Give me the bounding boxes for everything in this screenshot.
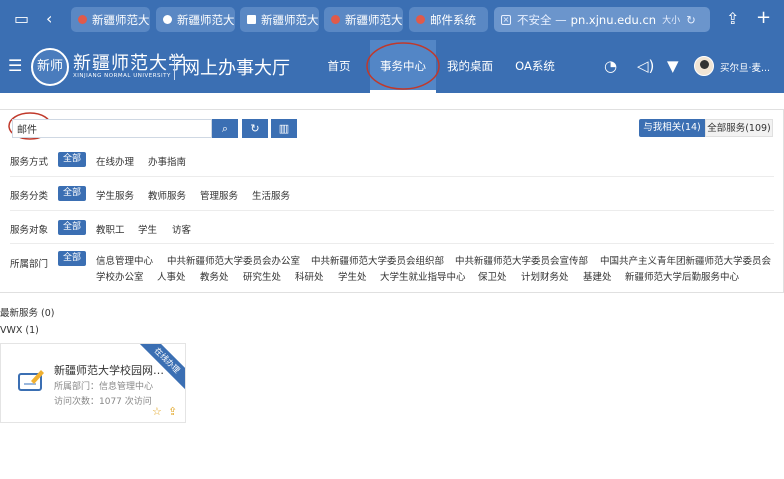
filter-option[interactable]: 科研处: [295, 269, 324, 283]
filter-option[interactable]: 教职工: [96, 222, 125, 236]
filter-option[interactable]: 访客: [172, 222, 191, 236]
filter-option[interactable]: 新疆师范大学后勤服务中心: [625, 269, 739, 283]
edit-form-icon: [18, 370, 44, 391]
favorite-star-icon[interactable]: ☆: [152, 405, 162, 418]
filter-label: 服务对象: [10, 225, 49, 236]
filter-option[interactable]: 生活服务: [252, 188, 290, 202]
chart-button[interactable]: ▥: [271, 119, 297, 138]
filter-option[interactable]: 计划财务处: [521, 269, 569, 283]
share-icon[interactable]: ⇪: [168, 405, 177, 418]
filter-all-chip[interactable]: 全部: [58, 251, 86, 266]
filter-option[interactable]: 在线办理: [96, 154, 134, 168]
service-department: 所属部门：信息管理中心: [54, 382, 154, 392]
bar-chart-icon: ▥: [278, 122, 290, 135]
filter-option[interactable]: 人事处: [157, 269, 186, 283]
filter-option[interactable]: 学校办公室: [96, 269, 144, 283]
search-input[interactable]: [12, 119, 212, 138]
filter-all-chip[interactable]: 全部: [58, 152, 86, 167]
filter-label: 服务方式: [10, 157, 49, 168]
filter-option[interactable]: 中国共产主义青年团新疆师范大学委员会: [600, 253, 771, 267]
filter-all-chip[interactable]: 全部: [58, 186, 86, 201]
filter-option[interactable]: 办事指南: [148, 154, 186, 168]
search-button[interactable]: ⌕: [212, 119, 238, 138]
filter-row-service-mode: 服务方式 全部 在线办理 办事指南: [10, 144, 774, 177]
filter-option[interactable]: 信息管理中心: [96, 253, 153, 267]
filter-option[interactable]: 学生服务: [96, 188, 134, 202]
filter-option[interactable]: 教务处: [200, 269, 229, 283]
filter-option[interactable]: 中共新疆师范大学委员会办公室: [167, 253, 300, 267]
filter-all-chip[interactable]: 全部: [58, 220, 86, 235]
filter-label: 所属部门: [10, 259, 49, 270]
latest-services-heading: 最新服务 (0): [0, 308, 55, 319]
filter-option[interactable]: 学生: [138, 222, 157, 236]
filter-row-department: 所属部门 全部 信息管理中心 中共新疆师范大学委员会办公室 中共新疆师范大学委员…: [10, 244, 774, 290]
filter-label: 服务分类: [10, 191, 49, 202]
service-title[interactable]: 新疆师范大学校园网用...: [54, 362, 172, 378]
filter-option[interactable]: 管理服务: [200, 188, 238, 202]
search-icon: ⌕: [221, 122, 229, 135]
refresh-icon: ↻: [250, 122, 260, 135]
related-services-toggle[interactable]: 与我相关(14): [639, 119, 705, 137]
filter-option[interactable]: 保卫处: [478, 269, 507, 283]
filter-option[interactable]: 学生处: [338, 269, 367, 283]
filter-option[interactable]: 教师服务: [148, 188, 186, 202]
service-group-heading: VWX (1): [0, 325, 39, 336]
filter-option[interactable]: 中共新疆师范大学委员会宣传部: [455, 253, 588, 267]
filter-row-service-category: 服务分类 全部 学生服务 教师服务 管理服务 生活服务: [10, 177, 774, 211]
annotation-ellipse-nav: [366, 42, 440, 90]
refresh-button[interactable]: ↻: [242, 119, 268, 138]
filter-option[interactable]: 研究生处: [243, 269, 281, 283]
search-filter-panel: ⌕ ↻ ▥ 与我相关(14) 全部服务(109) 服务方式 全部 在线办理 办事…: [0, 109, 784, 293]
service-card[interactable]: 新疆师范大学校园网用... 所属部门：信息管理中心 访问次数：1077 次访问 …: [0, 343, 186, 423]
filter-option[interactable]: 中共新疆师范大学委员会组织部: [311, 253, 444, 267]
filter-option[interactable]: 基建处: [583, 269, 612, 283]
all-services-toggle[interactable]: 全部服务(109): [705, 119, 773, 137]
service-visit-count: 访问次数：1077 次访问: [54, 397, 152, 407]
filter-option[interactable]: 大学生就业指导中心: [380, 269, 466, 283]
filter-row-service-target: 服务对象 全部 教职工 学生 访客: [10, 211, 774, 244]
